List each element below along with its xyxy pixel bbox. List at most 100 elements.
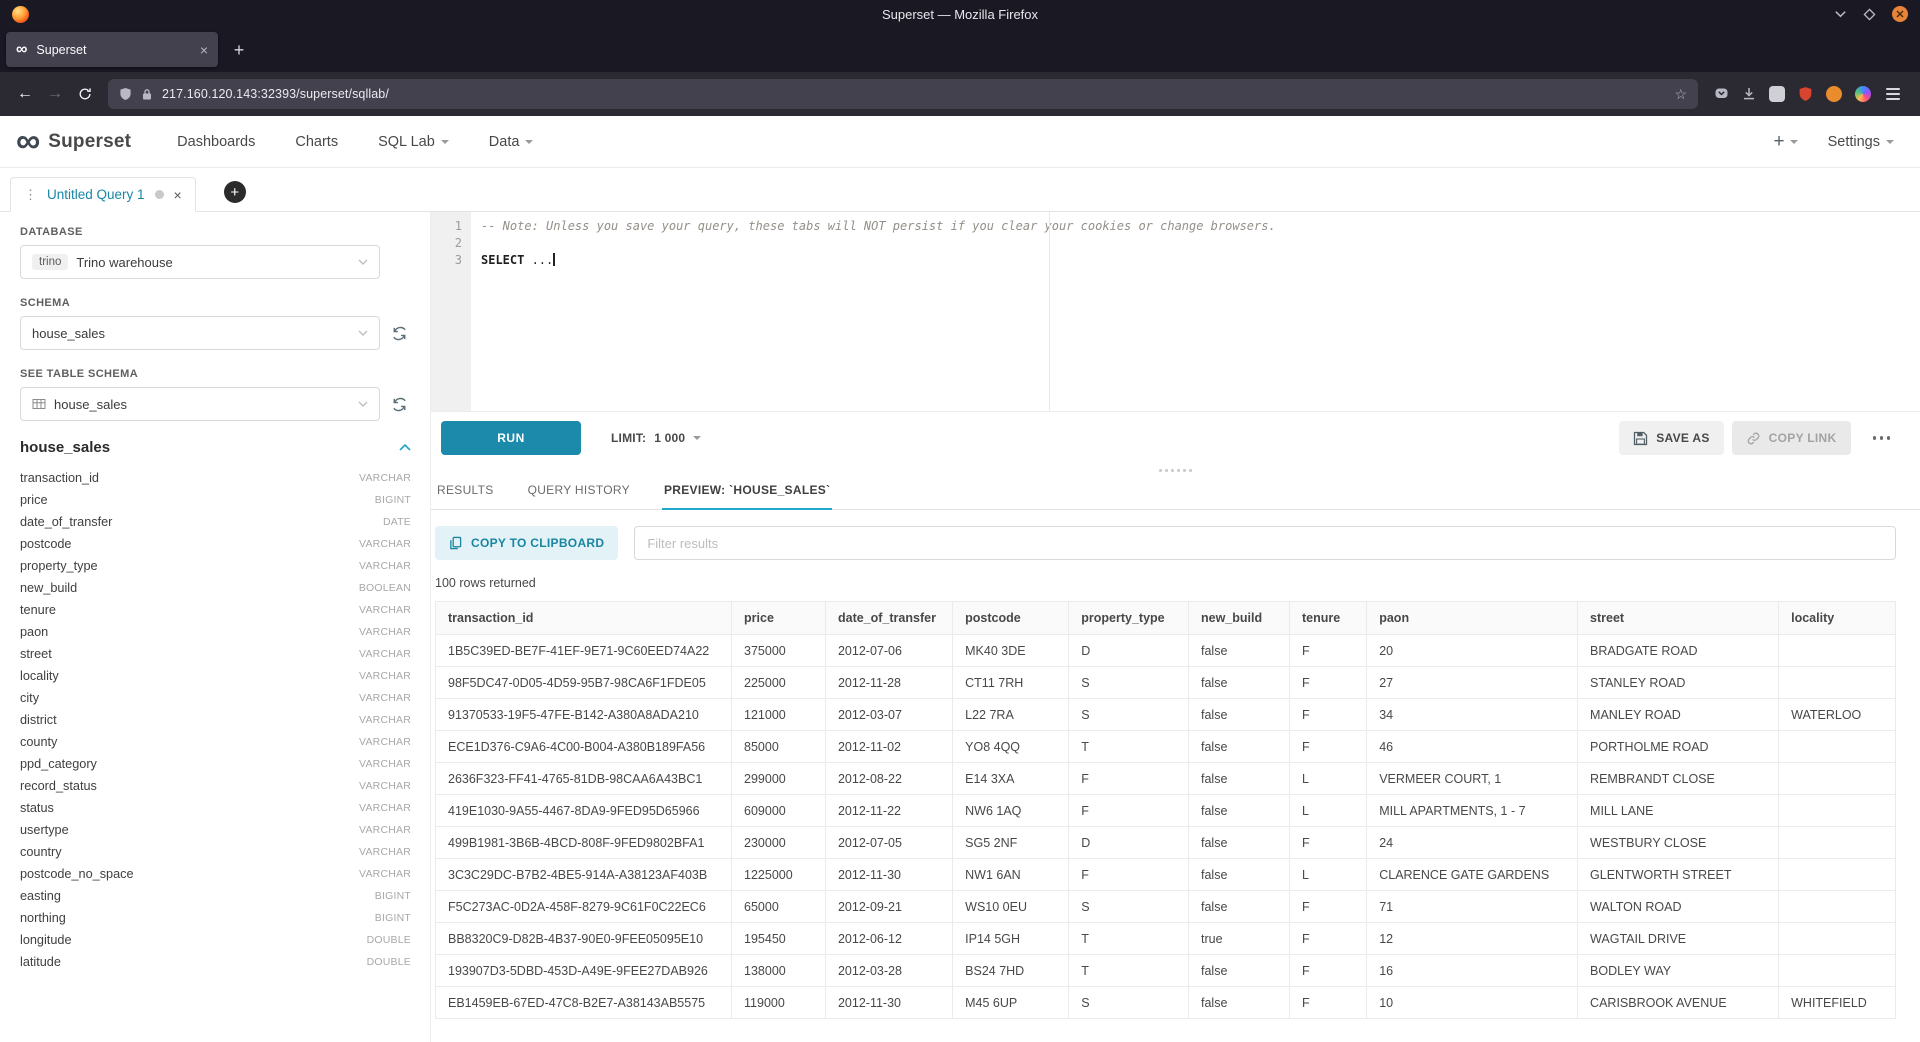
column-list-item[interactable]: cityVARCHAR — [20, 687, 411, 709]
column-list-item[interactable]: property_typeVARCHAR — [20, 555, 411, 577]
table-cell — [1779, 795, 1896, 827]
column-header-street[interactable]: street — [1578, 602, 1779, 635]
column-list-item[interactable]: new_buildBOOLEAN — [20, 577, 411, 599]
collapse-table-icon[interactable] — [399, 444, 411, 451]
results-tabs: RESULTS QUERY HISTORY PREVIEW: `HOUSE_SA… — [431, 476, 1920, 510]
tab-results[interactable]: RESULTS — [435, 483, 496, 510]
new-tab-button[interactable]: + — [226, 37, 252, 63]
column-list-item[interactable]: postcodeVARCHAR — [20, 533, 411, 555]
table-cell: F — [1290, 923, 1367, 955]
filter-results-input[interactable] — [634, 526, 1896, 560]
limit-dropdown[interactable]: LIMIT: 1 000 — [611, 431, 701, 445]
column-header-property_type[interactable]: property_type — [1069, 602, 1189, 635]
run-button[interactable]: RUN — [441, 421, 581, 455]
column-list-item[interactable]: postcode_no_spaceVARCHAR — [20, 863, 411, 885]
column-list-item[interactable]: record_statusVARCHAR — [20, 775, 411, 797]
column-list-item[interactable]: countryVARCHAR — [20, 841, 411, 863]
column-list-item[interactable]: streetVARCHAR — [20, 643, 411, 665]
nav-charts[interactable]: Charts — [295, 134, 338, 150]
forward-button[interactable]: → — [40, 79, 70, 109]
query-tab[interactable]: ⋮ Untitled Query 1 × — [10, 177, 196, 212]
copy-link-button[interactable]: COPY LINK — [1732, 421, 1851, 455]
table-cell: 2012-11-28 — [825, 667, 952, 699]
schema-select[interactable]: house_sales — [20, 316, 380, 350]
table-cell: EB1459EB-67ED-47C8-B2E7-A38143AB5575 — [436, 987, 732, 1019]
nav-sql-lab[interactable]: SQL Lab — [378, 134, 449, 150]
table-cell: 2636F323-FF41-4765-81DB-98CAA6A43BC1 — [436, 763, 732, 795]
column-list-item[interactable]: eastingBIGINT — [20, 885, 411, 907]
column-list-item[interactable]: priceBIGINT — [20, 489, 411, 511]
results-table: transaction_idpricedate_of_transferpostc… — [435, 601, 1896, 1019]
column-list-item[interactable]: ppd_categoryVARCHAR — [20, 753, 411, 775]
column-list-item[interactable]: usertypeVARCHAR — [20, 819, 411, 841]
browser-tab[interactable]: ∞ Superset × — [6, 32, 218, 67]
new-item-button[interactable]: + — [1773, 131, 1797, 153]
column-list-item[interactable]: northingBIGINT — [20, 907, 411, 929]
copy-to-clipboard-button[interactable]: COPY TO CLIPBOARD — [435, 526, 618, 560]
column-list-item[interactable]: longitudeDOUBLE — [20, 929, 411, 951]
table-cell: 2012-08-22 — [825, 763, 952, 795]
window-shade-icon[interactable] — [1834, 9, 1847, 19]
column-list-item[interactable]: countyVARCHAR — [20, 731, 411, 753]
lock-icon[interactable] — [141, 88, 153, 101]
sidebar: DATABASE trino Trino warehouse SCHEMA ho… — [0, 212, 431, 1042]
tab-menu-dots-icon[interactable]: ⋮ — [24, 188, 37, 201]
column-list-item[interactable]: transaction_idVARCHAR — [20, 467, 411, 489]
column-list-item[interactable]: date_of_transferDATE — [20, 511, 411, 533]
refresh-schema-icon[interactable] — [392, 326, 407, 341]
column-header-date_of_transfer[interactable]: date_of_transfer — [825, 602, 952, 635]
url-bar[interactable]: 217.160.120.143:32393/superset/sqllab/ ☆ — [108, 79, 1698, 109]
print-margin-line — [1049, 212, 1050, 411]
column-header-locality[interactable]: locality — [1779, 602, 1896, 635]
table-schema-select[interactable]: house_sales — [20, 387, 380, 421]
extension-mask-icon[interactable] — [1769, 86, 1785, 102]
reload-button[interactable] — [70, 79, 100, 109]
query-tab-close-icon[interactable]: × — [174, 188, 182, 202]
table-cell: WHITEFIELD — [1779, 987, 1896, 1019]
extension-ublock-icon[interactable] — [1798, 86, 1813, 102]
table-cell: 299000 — [732, 763, 826, 795]
editor-code-area[interactable]: -- Note: Unless you save your query, the… — [471, 212, 1920, 411]
window-close-button[interactable] — [1892, 6, 1908, 22]
tab-query-history[interactable]: QUERY HISTORY — [526, 483, 632, 510]
column-list-item[interactable]: latitudeDOUBLE — [20, 951, 411, 973]
tab-preview-house-sales[interactable]: PREVIEW: `HOUSE_SALES` — [662, 483, 832, 510]
table-cell: 2012-06-12 — [825, 923, 952, 955]
extension-badger-icon[interactable] — [1826, 86, 1842, 102]
window-maximize-icon[interactable] — [1863, 8, 1876, 21]
table-cell: WAGTAIL DRIVE — [1578, 923, 1779, 955]
bookmark-star-icon[interactable]: ☆ — [1674, 86, 1687, 103]
menu-icon[interactable] — [1884, 84, 1902, 103]
shield-icon[interactable] — [119, 87, 132, 101]
settings-menu[interactable]: Settings — [1828, 134, 1894, 150]
column-header-new_build[interactable]: new_build — [1189, 602, 1290, 635]
downloads-icon[interactable] — [1742, 87, 1756, 100]
column-header-transaction_id[interactable]: transaction_id — [436, 602, 732, 635]
superset-logo-link[interactable]: ∞ Superset — [16, 128, 131, 155]
column-list-item[interactable]: tenureVARCHAR — [20, 599, 411, 621]
column-header-tenure[interactable]: tenure — [1290, 602, 1367, 635]
column-list-item[interactable]: paonVARCHAR — [20, 621, 411, 643]
database-select[interactable]: trino Trino warehouse — [20, 245, 380, 279]
table-cell: false — [1189, 763, 1290, 795]
pocket-icon[interactable] — [1714, 87, 1729, 100]
add-query-tab-button[interactable]: + — [224, 181, 246, 203]
column-type: VARCHAR — [359, 648, 411, 660]
table-cell: 2012-03-28 — [825, 955, 952, 987]
column-header-paon[interactable]: paon — [1367, 602, 1578, 635]
column-list-item[interactable]: districtVARCHAR — [20, 709, 411, 731]
save-as-button[interactable]: SAVE AS — [1619, 421, 1723, 455]
refresh-table-icon[interactable] — [392, 397, 407, 412]
nav-data[interactable]: Data — [489, 134, 534, 150]
column-list-item[interactable]: localityVARCHAR — [20, 665, 411, 687]
pane-resizer-handle[interactable] — [431, 464, 1920, 476]
browser-tab-close-icon[interactable]: × — [200, 43, 208, 57]
column-list-item[interactable]: statusVARCHAR — [20, 797, 411, 819]
sql-editor[interactable]: 1 2 3 -- Note: Unless you save your quer… — [431, 212, 1920, 412]
nav-dashboards[interactable]: Dashboards — [177, 134, 255, 150]
column-header-price[interactable]: price — [732, 602, 826, 635]
back-button[interactable]: ← — [10, 79, 40, 109]
column-header-postcode[interactable]: postcode — [953, 602, 1069, 635]
more-options-icon[interactable] — [1867, 430, 1897, 446]
extension-sparkle-icon[interactable] — [1855, 86, 1871, 102]
